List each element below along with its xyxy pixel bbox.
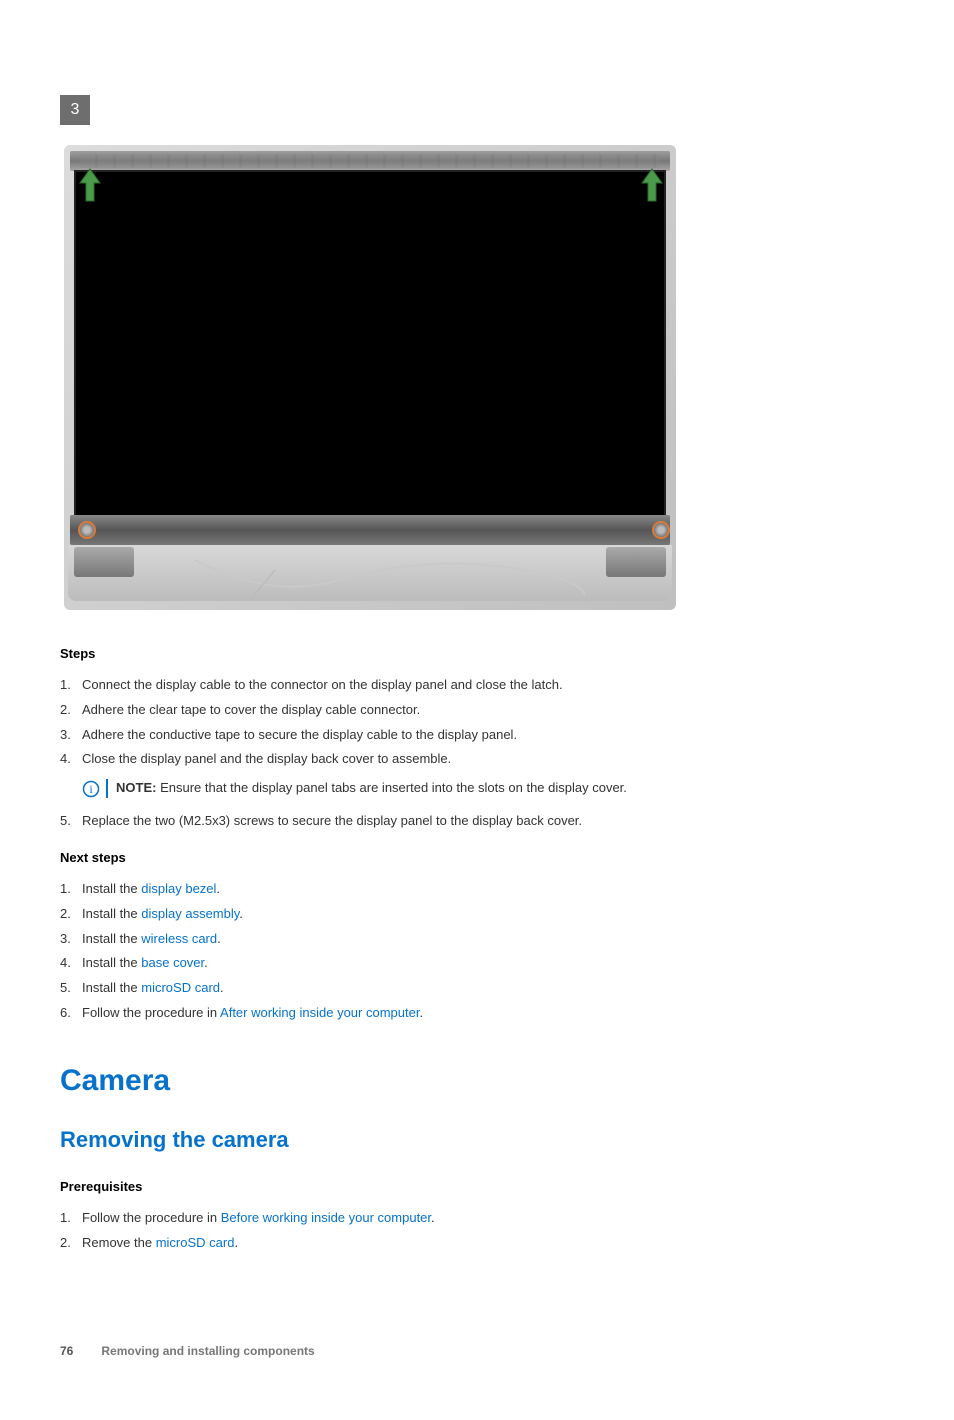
- link-wireless-card[interactable]: wireless card: [141, 931, 217, 946]
- footer-chapter: Removing and installing components: [101, 1343, 314, 1360]
- note-label: NOTE:: [116, 780, 156, 795]
- link-display-bezel[interactable]: display bezel: [141, 881, 216, 896]
- text: Install the: [82, 906, 141, 921]
- page-number: 76: [60, 1343, 73, 1360]
- prerequisites-list: Follow the procedure in Before working i…: [60, 1209, 894, 1253]
- display-panel-figure: 3: [60, 95, 680, 615]
- text: .: [220, 980, 224, 995]
- step-item: Replace the two (M2.5x3) screws to secur…: [60, 812, 894, 831]
- top-bezel: [70, 151, 670, 171]
- text: Install the: [82, 955, 141, 970]
- text: .: [234, 1235, 238, 1250]
- heading-removing-camera: Removing the camera: [60, 1124, 894, 1156]
- link-after-working[interactable]: After working inside your computer: [220, 1005, 419, 1020]
- note-divider: [106, 779, 108, 798]
- list-item: Install the display bezel.: [60, 880, 894, 899]
- bottom-bezel: [70, 515, 670, 545]
- arrow-up-left-icon: [78, 167, 102, 203]
- text: .: [419, 1005, 423, 1020]
- arrow-up-right-icon: [640, 167, 664, 203]
- text: Install the: [82, 931, 141, 946]
- step-item: Adhere the clear tape to cover the displ…: [60, 701, 894, 720]
- screw-left-icon: [78, 521, 96, 539]
- step-item: Close the display panel and the display …: [60, 750, 894, 798]
- info-icon: i: [82, 780, 100, 798]
- hinge-right: [606, 547, 666, 577]
- figure-step-badge: 3: [60, 95, 90, 125]
- display-cable-icon: [190, 555, 590, 605]
- link-display-assembly[interactable]: display assembly: [141, 906, 239, 921]
- link-microsd-card[interactable]: microSD card: [156, 1235, 235, 1250]
- text: .: [239, 906, 243, 921]
- text: .: [431, 1210, 435, 1225]
- next-steps-list: Install the display bezel. Install the d…: [60, 880, 894, 1023]
- note-text: NOTE: Ensure that the display panel tabs…: [116, 779, 627, 798]
- prerequisites-heading: Prerequisites: [60, 1178, 894, 1197]
- link-base-cover[interactable]: base cover: [141, 955, 204, 970]
- list-item: Install the wireless card.: [60, 930, 894, 949]
- list-item: Follow the procedure in After working in…: [60, 1004, 894, 1023]
- link-microsd-card[interactable]: microSD card: [141, 980, 220, 995]
- heading-camera: Camera: [60, 1059, 894, 1103]
- next-steps-heading: Next steps: [60, 849, 894, 868]
- svg-text:i: i: [89, 782, 93, 796]
- note-body: Ensure that the display panel tabs are i…: [156, 780, 626, 795]
- steps-list: Connect the display cable to the connect…: [60, 676, 894, 831]
- note-box: i NOTE: Ensure that the display panel ta…: [82, 779, 894, 798]
- step-text: Close the display panel and the display …: [82, 751, 451, 766]
- list-item: Remove the microSD card.: [60, 1234, 894, 1253]
- page-footer: 76 Removing and installing components: [60, 1343, 894, 1360]
- step-item: Connect the display cable to the connect…: [60, 676, 894, 695]
- list-item: Install the base cover.: [60, 954, 894, 973]
- text: Follow the procedure in: [82, 1210, 221, 1225]
- text: Install the: [82, 980, 141, 995]
- step-item: Adhere the conductive tape to secure the…: [60, 726, 894, 745]
- list-item: Install the display assembly.: [60, 905, 894, 924]
- hinge-left: [74, 547, 134, 577]
- text: .: [217, 931, 221, 946]
- text: Install the: [82, 881, 141, 896]
- text: Remove the: [82, 1235, 156, 1250]
- link-before-working[interactable]: Before working inside your computer: [221, 1210, 431, 1225]
- text: .: [216, 881, 220, 896]
- steps-heading: Steps: [60, 645, 894, 664]
- screw-right-icon: [652, 521, 670, 539]
- text: Follow the procedure in: [82, 1005, 220, 1020]
- text: .: [204, 955, 208, 970]
- list-item: Install the microSD card.: [60, 979, 894, 998]
- display-screen: [74, 170, 666, 518]
- list-item: Follow the procedure in Before working i…: [60, 1209, 894, 1228]
